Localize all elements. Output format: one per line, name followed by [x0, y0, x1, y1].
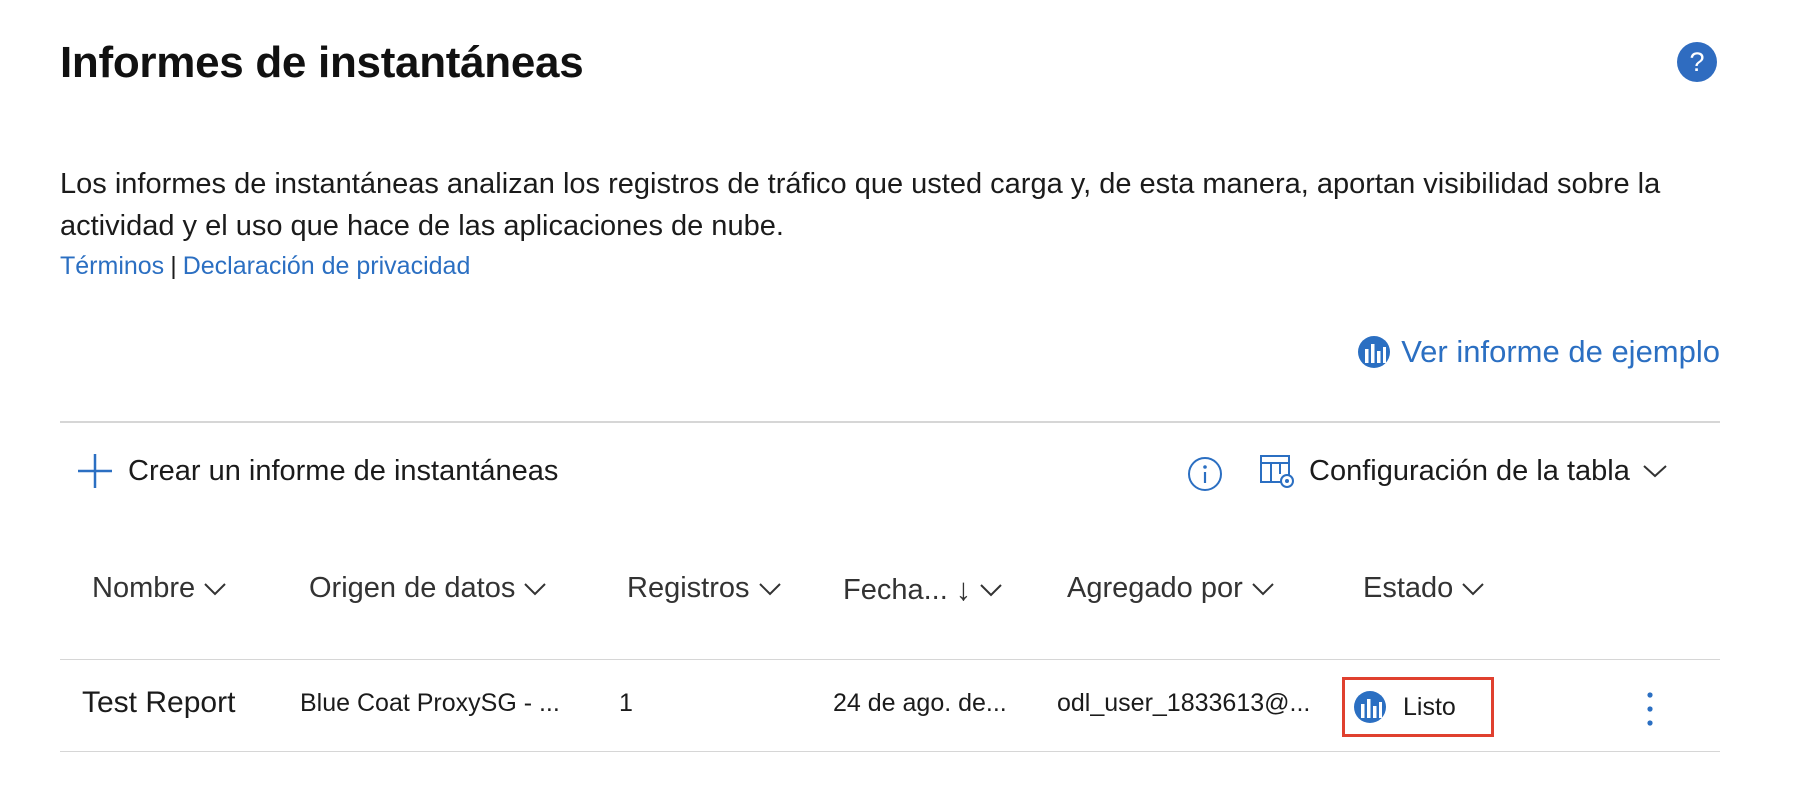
- privacy-link[interactable]: Declaración de privacidad: [183, 252, 471, 280]
- chevron-down-icon: [1252, 582, 1274, 595]
- table-header-divider: [60, 659, 1720, 660]
- terms-link[interactable]: Términos: [60, 252, 164, 280]
- info-circle-icon[interactable]: [1187, 456, 1223, 492]
- table-settings-label: Configuración de la tabla: [1309, 454, 1630, 487]
- column-header-name[interactable]: Nombre: [92, 572, 227, 605]
- chevron-down-icon: [1643, 465, 1667, 478]
- column-header-label: Fecha...: [843, 573, 948, 606]
- chevron-down-icon: [980, 584, 1002, 597]
- column-header-label: Origen de datos: [309, 572, 516, 604]
- create-snapshot-report-label: Crear un informe de instantáneas: [128, 454, 559, 487]
- page-title: Informes de instantáneas: [60, 38, 584, 87]
- report-chart-icon: [1354, 691, 1386, 723]
- table-settings-icon: [1260, 455, 1294, 488]
- create-snapshot-report-button[interactable]: Crear un informe de instantáneas: [76, 452, 558, 490]
- date-cell: 24 de ago. de...: [833, 689, 1007, 717]
- column-header-status[interactable]: Estado: [1363, 572, 1485, 605]
- column-header-label: Registros: [627, 572, 750, 604]
- page-description: Los informes de instantáneas analizan lo…: [60, 168, 1661, 242]
- link-separator: |: [170, 252, 177, 280]
- table-settings-button[interactable]: Configuración de la tabla: [1259, 452, 1668, 490]
- view-sample-report-link[interactable]: Ver informe de ejemplo: [1357, 334, 1720, 370]
- column-header-data-source[interactable]: Origen de datos: [309, 572, 547, 605]
- report-chart-icon: [1358, 336, 1391, 368]
- column-header-label: Nombre: [92, 572, 196, 604]
- chevron-down-icon: [758, 582, 781, 595]
- column-header-label: Estado: [1363, 572, 1454, 604]
- records-cell: 1: [619, 689, 633, 717]
- sort-descending-icon: ↓: [955, 572, 972, 607]
- column-header-records[interactable]: Registros: [627, 572, 782, 605]
- more-vertical-icon[interactable]: [1643, 690, 1657, 728]
- column-header-label: Agregado por: [1067, 572, 1243, 604]
- legal-links: Términos | Declaración de privacidad: [60, 249, 470, 283]
- added-by-cell: odl_user_1833613@...: [1057, 689, 1311, 717]
- chevron-down-icon: [204, 582, 226, 595]
- report-name-cell[interactable]: Test Report: [82, 686, 235, 720]
- status-label: Listo: [1403, 692, 1456, 721]
- section-divider: [60, 421, 1720, 423]
- help-icon[interactable]: ?: [1677, 42, 1717, 82]
- column-header-date[interactable]: Fecha... ↓: [843, 572, 1003, 608]
- chevron-down-icon: [524, 582, 547, 595]
- column-header-added-by[interactable]: Agregado por: [1067, 572, 1275, 605]
- chevron-down-icon: [1462, 582, 1485, 595]
- table-row-divider: [60, 751, 1720, 752]
- plus-icon: [78, 454, 112, 488]
- status-cell[interactable]: Listo: [1342, 677, 1494, 737]
- data-source-cell: Blue Coat ProxySG - ...: [300, 689, 560, 717]
- view-sample-report-label: Ver informe de ejemplo: [1401, 334, 1720, 369]
